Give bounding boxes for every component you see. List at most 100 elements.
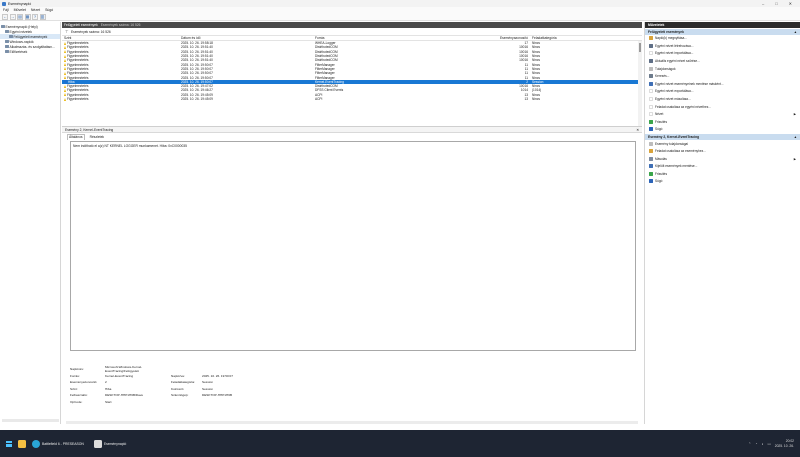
pane-icon[interactable]: ▥	[39, 13, 46, 20]
back-arrow-icon[interactable]: ←	[2, 13, 8, 20]
property-value: Microsoft-Windows-Kernel-EventTracing/Fe…	[105, 365, 143, 374]
action-filter[interactable]: Egyéni nézet létrehozása...	[645, 42, 800, 50]
action-refresh[interactable]: Frissítés	[645, 118, 800, 126]
menu-view[interactable]: Nézet	[31, 8, 40, 12]
event-description: Nem indítható el a(z) NT KERNEL LOGGER m…	[70, 141, 636, 351]
minimize-icon[interactable]: –	[762, 1, 764, 6]
action-attach[interactable]: Feladat csatolása az eseményhez...	[645, 147, 800, 155]
action-help[interactable]: Súgó	[645, 126, 800, 134]
action-copy[interactable]: Egyéni nézet másolása...	[645, 95, 800, 103]
col-event-id[interactable]: Eseményazonosító	[475, 36, 531, 40]
tab-details[interactable]: Részletek	[89, 135, 105, 141]
event-viewer-taskbar-icon[interactable]	[93, 439, 102, 448]
event-properties: Naplónév: Microsoft-Windows-Kernel-EventT…	[70, 365, 268, 406]
battery-icon[interactable]: ▭	[767, 442, 770, 446]
property-value: Hiba	[105, 386, 112, 391]
property-value: DESKTOP-HHP1H6B	[202, 393, 233, 398]
action-label: Napló(k) megnyitása...	[655, 36, 687, 41]
browser-icon[interactable]	[32, 439, 40, 448]
copy-icon	[649, 97, 653, 102]
action-refresh[interactable]: Frissítés	[645, 170, 800, 178]
collapse-up-icon[interactable]: ▲	[794, 135, 797, 139]
tab-general[interactable]: Általános	[67, 133, 85, 140]
action-copy[interactable]: Másolás	[645, 155, 800, 163]
forward-arrow-icon[interactable]: →	[9, 13, 16, 20]
menu-file[interactable]: Fájl	[3, 8, 9, 12]
attach-icon	[649, 104, 653, 109]
save-icon	[649, 164, 653, 169]
tree-scrollbar[interactable]	[2, 419, 59, 422]
close-icon[interactable]: ✕	[789, 1, 792, 6]
cell-level: Figyelmeztetés	[62, 97, 181, 101]
properties-icon	[649, 141, 653, 146]
start-button-icon[interactable]	[6, 440, 12, 447]
action-properties[interactable]: Tulajdonságok	[645, 65, 800, 73]
view-icon	[649, 112, 653, 117]
warning-icon	[64, 58, 66, 62]
grid-scroll-thumb[interactable]	[639, 43, 641, 52]
taskbar-app-event-viewer[interactable]: Eseménynapló	[104, 442, 126, 446]
property-label: Kulcsszó:	[171, 386, 185, 391]
col-category[interactable]: Feladatkategória	[531, 36, 621, 40]
col-level[interactable]: Szint	[62, 36, 181, 40]
action-filter[interactable]: Aktuális egyéni nézet szűrése...	[645, 57, 800, 65]
speaker-icon[interactable]: ◖	[761, 442, 763, 446]
clock[interactable]: 20:02 2025. 10. 26.	[775, 439, 794, 448]
property-value: Kernel-EventTracing	[105, 373, 134, 378]
action-label: Súgó	[655, 179, 663, 184]
action-label: Esemény tulajdonságai	[655, 141, 688, 146]
level-text: Figyelmeztetés	[67, 97, 89, 101]
window-title: Eseménynapló	[8, 1, 32, 6]
network-icon[interactable]: ◔	[755, 442, 757, 446]
file-explorer-icon[interactable]	[18, 439, 26, 448]
action-help[interactable]: Súgó	[645, 178, 800, 186]
properties-icon[interactable]: ▦	[24, 13, 31, 20]
folder-icon	[9, 35, 13, 38]
action-save[interactable]: Egyéni nézet eseményeinek mentése máskén…	[645, 80, 800, 88]
action-find[interactable]: Keresés...	[645, 72, 800, 80]
maximize-icon[interactable]: □	[775, 1, 777, 6]
folder-icon	[5, 45, 9, 48]
tree-item[interactable]: Alkalmazás- és szolgáltatásn…	[0, 44, 60, 49]
action-properties[interactable]: Esemény tulajdonságai	[645, 140, 800, 148]
tree-item[interactable]: Előfizetések	[0, 49, 60, 54]
col-source[interactable]: Forrás	[315, 36, 475, 40]
description-text: Nem indítható el a(z) NT KERNEL LOGGER m…	[73, 144, 187, 148]
detail-scrollbar[interactable]	[66, 421, 638, 424]
tree-item-label: Windows-naplók	[9, 39, 34, 44]
menu-action[interactable]: Művelet	[14, 8, 26, 12]
warning-icon	[64, 54, 66, 58]
navigation-tree: Eseménynapló (Helyi) Egyéni nézetek Felügy…	[0, 22, 61, 424]
pane-title: Felügyeleti események	[64, 23, 98, 27]
action-attach[interactable]: Feladat csatolása az egyéni nézethez...	[645, 103, 800, 111]
system-tray: ⌃ ◔ ◖ ▭ 20:02 2025. 10. 26.	[748, 430, 794, 457]
action-label: Egyéni nézet eseményeinek mentése máskén…	[655, 81, 724, 86]
import-icon	[649, 51, 653, 56]
action-view[interactable]: Nézet	[645, 110, 800, 118]
taskbar-app-browser[interactable]: Battlefield 6 - PRESEASON	[42, 442, 84, 446]
actions-header: Műveletek	[645, 22, 800, 28]
action-label: Frissítés	[655, 119, 668, 124]
collapse-up-icon[interactable]: ▲	[794, 30, 797, 34]
detail-close-icon[interactable]: ✕	[636, 128, 639, 132]
action-import[interactable]: Egyéni nézet importálása...	[645, 50, 800, 58]
property-row: OpCode: Start	[70, 399, 268, 406]
action-export[interactable]: Egyéni nézet exportálása...	[645, 88, 800, 96]
folder-icon	[5, 50, 9, 53]
action-save[interactable]: Kijelölt események mentése...	[645, 163, 800, 171]
property-value: 2025. 10. 26. 19:50:07	[202, 373, 233, 378]
properties-icon	[649, 66, 653, 71]
help-icon[interactable]: ?	[32, 13, 38, 20]
cell-source: ACPI	[315, 97, 323, 101]
help-icon	[649, 179, 653, 184]
folder-icon[interactable]: ▤	[17, 13, 23, 20]
chevron-up-icon[interactable]: ⌃	[748, 442, 751, 446]
col-date[interactable]: Dátum és idő	[181, 36, 315, 40]
property-value: Session	[202, 380, 214, 385]
menu-help[interactable]: Súgó	[45, 8, 53, 12]
cell-date: 2025. 10. 26. 19:45:09	[181, 97, 213, 101]
save-icon	[649, 81, 653, 86]
table-row[interactable]: Figyelmeztetés 2025. 10. 26. 19:45:09 ACPI…	[62, 97, 642, 101]
action-open[interactable]: Napló(k) megnyitása...	[645, 35, 800, 43]
grid-scrollbar[interactable]	[638, 41, 642, 126]
